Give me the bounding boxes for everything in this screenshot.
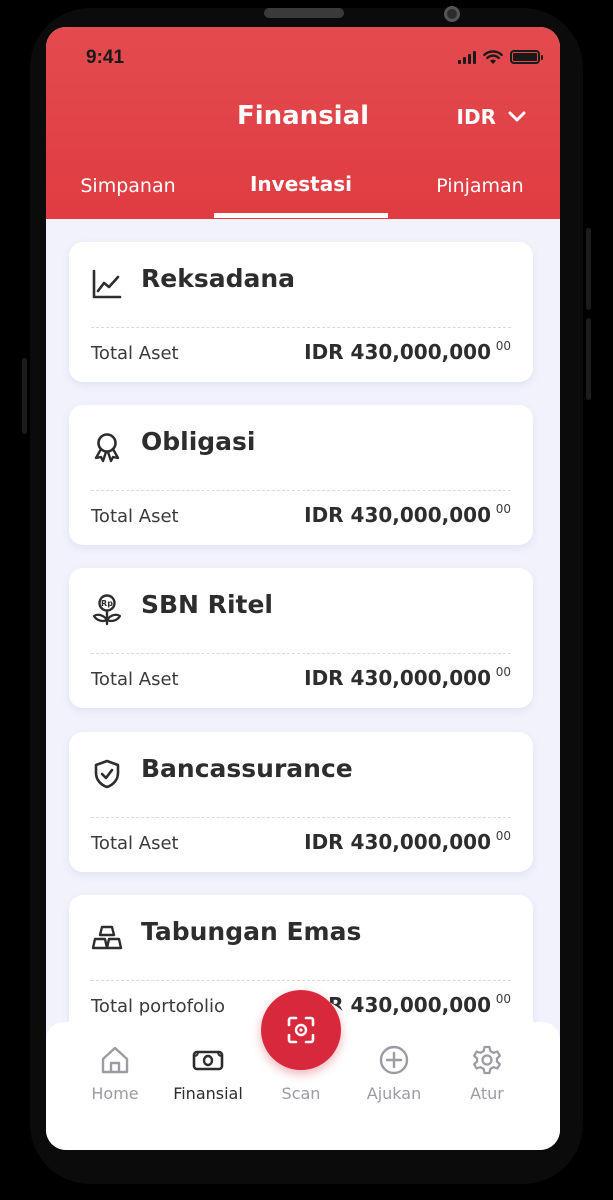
card-divider <box>91 653 511 654</box>
tab-label: Simpanan <box>80 175 176 197</box>
nav-finansial[interactable]: Finansial <box>163 1044 253 1103</box>
card-divider <box>91 817 511 818</box>
nav-scan-label: Scan <box>281 1084 321 1103</box>
card-bancassurance[interactable]: Bancassurance Total Aset IDR 430,000,000… <box>69 732 533 872</box>
nav-label: Home <box>91 1084 139 1103</box>
chart-line-icon <box>92 269 122 299</box>
active-tab-indicator <box>214 213 388 218</box>
front-camera <box>444 6 460 22</box>
nav-label: Finansial <box>173 1084 243 1103</box>
card-cents: 00 <box>495 665 511 679</box>
cellular-signal-icon <box>458 50 476 64</box>
plus-circle-icon <box>379 1045 409 1075</box>
status-time: 9:41 <box>86 47 125 68</box>
battery-icon <box>510 50 543 64</box>
nav-home[interactable]: Home <box>70 1044 160 1103</box>
wallet-icon <box>192 1050 224 1071</box>
home-icon <box>101 1046 129 1074</box>
card-title: SBN Ritel <box>141 590 273 619</box>
currency-selector[interactable]: IDR <box>457 105 526 129</box>
investment-tabs: Simpanan Investasi Pinjaman <box>46 172 560 219</box>
nav-atur[interactable]: Atur <box>442 1044 532 1103</box>
card-divider <box>91 490 511 491</box>
app-screen: 9:41 Finansial IDR Simpanan Investasi Pi… <box>46 27 560 1150</box>
card-value: IDR 430,000,000 <box>304 503 491 527</box>
gold-bars-icon <box>91 925 123 950</box>
gear-icon <box>473 1045 501 1075</box>
svg-text:Rp: Rp <box>101 599 113 608</box>
card-label: Total portofolio <box>91 996 226 1017</box>
card-label: Total Aset <box>91 506 179 527</box>
tab-pinjaman[interactable]: Pinjaman <box>424 172 536 219</box>
tab-simpanan[interactable]: Simpanan <box>70 172 186 219</box>
card-value: IDR 430,000,000 <box>304 830 491 854</box>
currency-label: IDR <box>456 105 496 129</box>
card-value: IDR 430,000,000 <box>304 340 491 364</box>
card-title: Reksadana <box>141 264 296 293</box>
card-cents: 00 <box>495 502 511 516</box>
card-title: Bancassurance <box>141 754 353 783</box>
card-value: IDR 430,000,000 <box>304 666 491 690</box>
bottom-navigation: Home Finansial Scan Ajukan Atur <box>46 990 560 1150</box>
tab-label: Investasi <box>249 172 352 196</box>
scan-icon <box>287 1016 315 1044</box>
card-title: Obligasi <box>141 427 256 456</box>
nav-label: Atur <box>470 1084 504 1103</box>
tab-investasi[interactable]: Investasi <box>214 172 388 219</box>
chevron-down-icon <box>508 111 526 122</box>
card-divider <box>91 980 511 981</box>
wifi-icon <box>483 49 503 64</box>
card-label: Total Aset <box>91 669 179 690</box>
card-cents: 00 <box>495 829 511 843</box>
shield-check-icon <box>94 759 120 789</box>
card-reksadana[interactable]: Reksadana Total Aset IDR 430,000,000 00 <box>69 242 533 382</box>
app-header: 9:41 Finansial IDR Simpanan Investasi Pi… <box>46 27 560 219</box>
card-obligasi[interactable]: Obligasi Total Aset IDR 430,000,000 00 <box>69 405 533 545</box>
card-label: Total Aset <box>91 343 179 364</box>
nav-label: Ajukan <box>366 1084 422 1103</box>
card-divider <box>91 327 511 328</box>
volume-up-button <box>22 358 27 434</box>
scan-button[interactable] <box>261 990 341 1070</box>
rupiah-plant-icon: Rp <box>92 594 122 626</box>
card-cents: 00 <box>495 992 511 1006</box>
side-button-lower <box>586 318 591 400</box>
tab-label: Pinjaman <box>436 175 524 197</box>
card-label: Total Aset <box>91 833 179 854</box>
speaker-grille <box>264 8 344 18</box>
card-cents: 00 <box>495 339 511 353</box>
award-ribbon-icon <box>94 433 120 463</box>
nav-ajukan[interactable]: Ajukan <box>349 1044 439 1103</box>
power-button <box>586 228 591 310</box>
status-icons <box>458 49 543 65</box>
card-title: Tabungan Emas <box>141 917 362 946</box>
card-sbn-ritel[interactable]: Rp SBN Ritel Total Aset IDR 430,000,000 … <box>69 568 533 708</box>
